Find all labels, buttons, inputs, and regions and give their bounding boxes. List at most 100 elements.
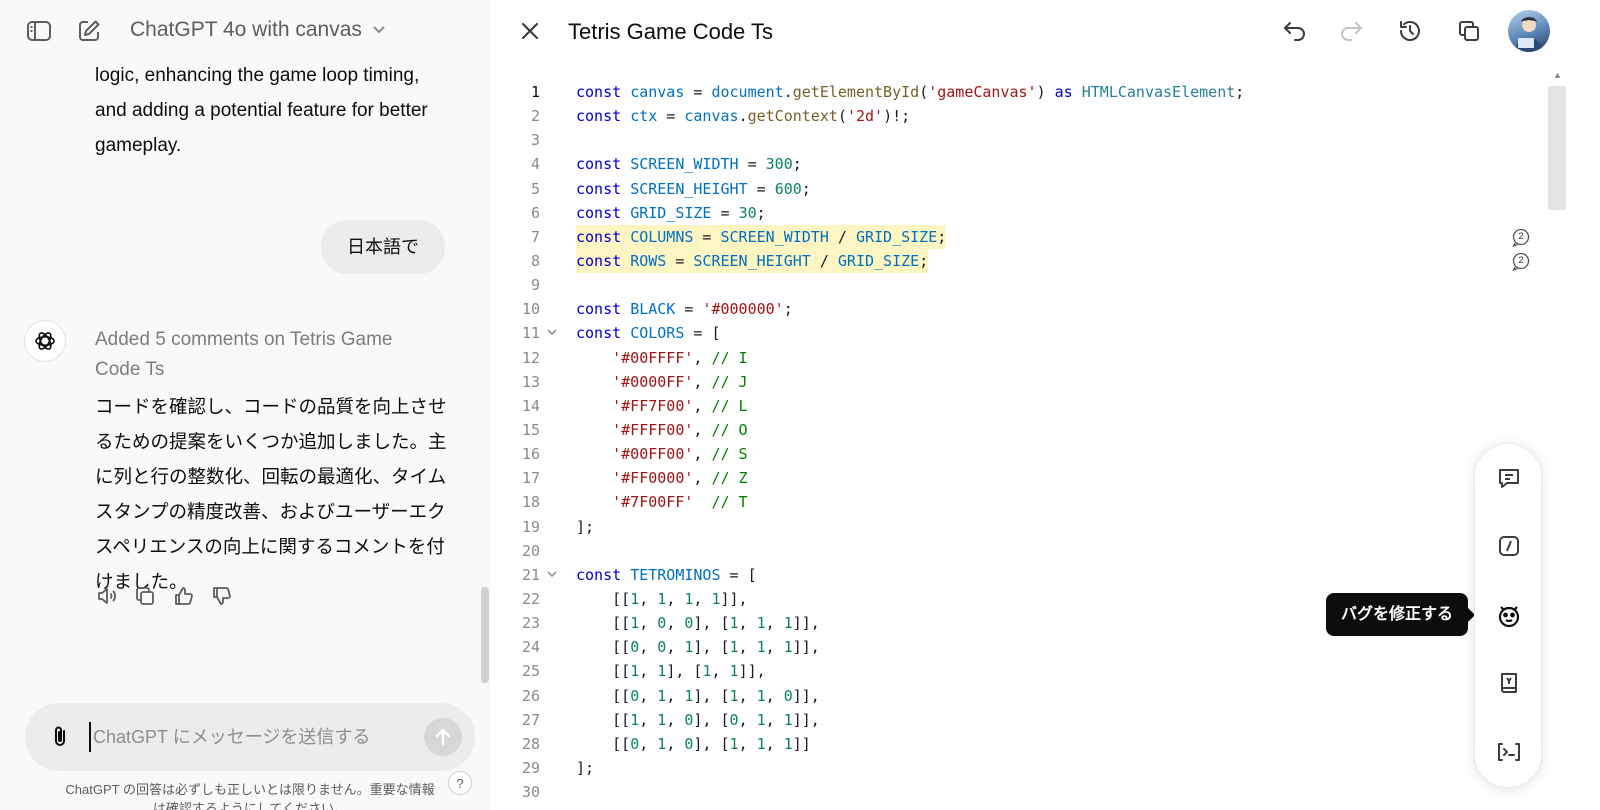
code-line[interactable]: 3 [490,128,1540,152]
line-number: 14 [521,396,540,415]
close-canvas-icon[interactable] [516,17,544,45]
code-line[interactable]: 9 [490,273,1540,297]
code-text: '#7F00FF' // T [612,493,748,512]
comment-count-bubble[interactable]: 2 [1510,228,1532,248]
code-line[interactable]: 8 const ROWS = SCREEN_HEIGHT / GRID_SIZE; [490,248,1540,274]
code-text: const SCREEN_HEIGHT = 600; [576,179,811,198]
new-chat-icon[interactable] [75,17,103,45]
code-editor[interactable]: 1 const canvas = document.getElementById(… [490,80,1540,804]
line-number: 23 [521,614,540,633]
edit-length-icon[interactable] [1493,530,1525,562]
code-line[interactable]: 6 const GRID_SIZE = 30; [490,201,1540,225]
line-number: 16 [521,445,540,464]
fold-chevron-icon[interactable] [546,321,558,345]
code-text: [[0, 1, 0], [1, 1, 1]] [576,734,811,753]
line-number: 8 [530,251,540,270]
code-line[interactable]: 28 [[0, 1, 0], [1, 1, 1]] [490,732,1540,756]
line-number: 2 [530,107,540,126]
copy-icon[interactable] [133,584,157,608]
code-text: const BLACK = '#000000'; [576,300,793,319]
line-number: 26 [521,686,540,705]
code-line[interactable]: 26 [[0, 1, 1], [1, 1, 0]], [490,684,1540,708]
copy-icon[interactable] [1454,16,1484,46]
arrow-up-icon [435,728,451,746]
comment-count-bubble[interactable]: 2 [1510,252,1532,272]
read-aloud-icon[interactable] [95,584,119,608]
reading-level-icon[interactable] [1493,668,1525,700]
user-avatar[interactable] [1508,10,1550,52]
canvas-panel: Tetris Game Code Ts 1 const canvas = docu… [490,0,1600,810]
code-line[interactable]: 1 const canvas = document.getElementById(… [490,80,1540,104]
code-text: [[0, 0, 1], [1, 1, 1]], [576,638,820,657]
line-number: 30 [521,783,540,802]
editor-scrollbar[interactable] [1548,86,1566,210]
thumbs-up-icon[interactable] [171,584,195,608]
code-line[interactable]: 20 [490,539,1540,563]
thumbs-down-icon[interactable] [209,584,233,608]
code-line[interactable]: 2 const ctx = canvas.getContext('2d')!; [490,104,1540,128]
line-number: 4 [530,155,540,174]
assistant-status[interactable]: Added 5 comments on Tetris Game Code Ts [95,325,435,385]
code-text: const SCREEN_WIDTH = 300; [576,155,802,174]
code-text: const TETROMINOS = [ [576,565,757,584]
sidebar-toggle-icon[interactable] [25,17,53,45]
code-line[interactable]: 13 '#0000FF', // J [490,370,1540,394]
line-number: 29 [521,758,540,777]
document-title: Tetris Game Code Ts [568,19,774,44]
line-number: 5 [530,179,540,198]
line-number: 22 [521,589,540,608]
comment-count: 2 [1518,231,1524,241]
comment-icon[interactable] [1493,462,1525,494]
code-line[interactable]: 4 const SCREEN_WIDTH = 300; [490,152,1540,176]
line-number: 6 [530,203,540,222]
model-selector[interactable]: ChatGPT 4o with canvas [130,18,386,42]
code-line[interactable]: 7 const COLUMNS = SCREEN_WIDTH / GRID_SIZ… [490,224,1540,249]
code-text: const COLORS = [ [576,324,721,343]
code-line[interactable]: 16 '#00FF00', // S [490,442,1540,466]
code-line[interactable]: 24 [[0, 0, 1], [1, 1, 1]], [490,635,1540,659]
code-line[interactable]: 14 '#FF7F00', // L [490,394,1540,418]
code-line[interactable]: 5 const SCREEN_HEIGHT = 600; [490,177,1540,201]
chat-scrollbar[interactable] [481,587,489,683]
code-line[interactable]: 18 '#7F00FF' // T [490,490,1540,514]
message-actions [95,584,233,608]
line-number: 25 [521,662,540,681]
send-button[interactable] [424,718,462,756]
line-number: 21 [521,565,540,584]
undo-icon[interactable] [1280,16,1310,46]
code-text: const ROWS = SCREEN_HEIGHT / GRID_SIZE; [576,248,929,274]
code-line[interactable]: 10 const BLACK = '#000000'; [490,297,1540,321]
code-line[interactable]: 30 [490,780,1540,804]
bug-fix-icon[interactable] [1493,599,1525,631]
code-line[interactable]: 29]; [490,756,1540,780]
code-text: ]; [576,517,595,536]
code-line[interactable]: 21 const TETROMINOS = [ [490,563,1540,587]
redo-icon[interactable] [1336,16,1366,46]
attach-paperclip-icon[interactable] [47,724,73,750]
help-button[interactable]: ? [448,771,472,795]
code-text: [[1, 1, 1, 1]], [576,589,748,608]
code-line[interactable]: 19]; [490,515,1540,539]
code-line[interactable]: 11 const COLORS = [ [490,321,1540,345]
fold-chevron-icon[interactable] [546,563,558,587]
code-line[interactable]: 17 '#FF0000', // Z [490,466,1540,490]
line-number: 1 [530,83,540,101]
user-message: 日本語で [321,220,445,274]
code-line[interactable]: 15 '#FFFF00', // O [490,418,1540,442]
message-input[interactable] [89,722,389,752]
model-title: ChatGPT 4o with canvas [130,18,362,41]
code-text: '#FF7F00', // L [612,396,748,415]
previous-assistant-message-tail: logic, enhancing the game loop timing, a… [95,65,428,156]
scroll-up-arrow-icon[interactable]: ▲ [1553,70,1562,80]
tooltip-fix-bugs: バグを修正する [1326,593,1476,636]
code-line[interactable]: 27 [[1, 1, 0], [0, 1, 1]], [490,708,1540,732]
line-number: 20 [521,541,540,560]
line-number: 11 [521,324,540,343]
code-line[interactable]: 12 '#00FFFF', // I [490,346,1540,370]
line-number: 13 [521,372,540,391]
line-number: 12 [521,348,540,367]
code-text: [[1, 1, 0], [0, 1, 1]], [576,710,820,729]
code-line[interactable]: 25 [[1, 1], [1, 1]], [490,659,1540,683]
version-history-icon[interactable] [1395,16,1425,46]
code-terminal-icon[interactable] [1493,736,1525,768]
